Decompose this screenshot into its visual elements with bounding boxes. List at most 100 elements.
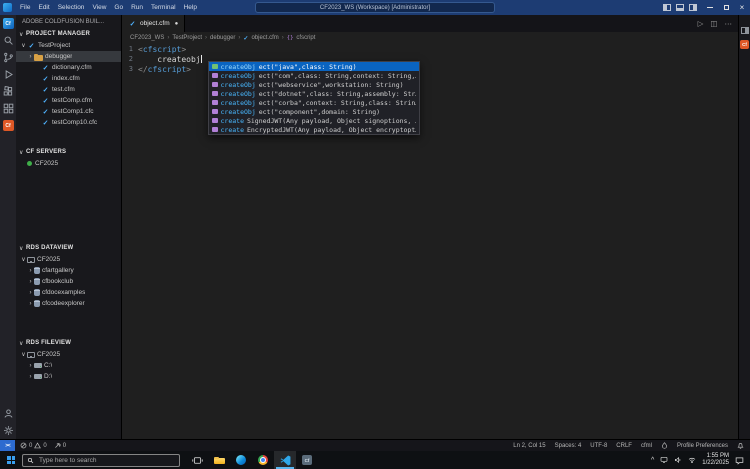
menu-help[interactable]: Help: [180, 4, 201, 11]
status-language[interactable]: cfml: [641, 443, 652, 449]
tree-item-cfartgallery[interactable]: › cfartgallery: [16, 265, 121, 276]
breadcrumb-item-cfscript[interactable]: cfscript: [296, 35, 315, 41]
breadcrumb-item-object-cfm[interactable]: object.cfm: [251, 35, 278, 41]
toggle-panel-icon[interactable]: [676, 4, 684, 11]
tree-item-testcomp10-cfc[interactable]: ✓ testComp10.cfc: [16, 117, 121, 128]
file-explorer-icon[interactable]: [208, 451, 230, 469]
tree-item-cfbookclub[interactable]: › cfbookclub: [16, 276, 121, 287]
coldfusion-builder-icon[interactable]: Cf: [0, 15, 16, 32]
problems-status[interactable]: 0 0: [20, 442, 47, 449]
breadcrumb-item-testproject[interactable]: TestProject: [172, 35, 202, 41]
command-center[interactable]: CF2023_WS (Workspace) [Administrator]: [255, 2, 495, 13]
suggestion-item[interactable]: createObj ect("component",domain: String): [209, 107, 419, 116]
search-icon[interactable]: [0, 32, 16, 49]
tray-expand-icon[interactable]: ^: [651, 457, 654, 464]
suggestion-item[interactable]: createObj ect("corba",context: String,cla…: [209, 98, 419, 107]
chrome-icon[interactable]: [252, 451, 274, 469]
status-encoding[interactable]: UTF-8: [590, 443, 607, 449]
code-editor[interactable]: 1 <cfscript> 2 createobj 3 </cfscript> create…: [122, 44, 738, 439]
chevron-right-icon[interactable]: ›: [27, 279, 34, 285]
menu-go[interactable]: Go: [110, 4, 127, 11]
start-button[interactable]: [0, 451, 22, 469]
breadcrumb-item-debugger[interactable]: debugger: [210, 35, 235, 41]
more-actions-icon[interactable]: ⋯: [725, 19, 733, 28]
server-item-cf2025[interactable]: CF2025: [16, 158, 121, 169]
run-debug-icon[interactable]: [0, 66, 16, 83]
line-number[interactable]: 3: [122, 65, 138, 73]
tab-object-cfm[interactable]: ✓ object.cfm ●: [122, 15, 186, 32]
tree-item-cfcodeexplorer[interactable]: › cfcodeexplorer: [16, 298, 121, 309]
suggestion-item[interactable]: create EncryptedJWT(Any payload, Object e…: [209, 125, 419, 134]
run-icon[interactable]: ▷: [698, 19, 704, 28]
task-view-icon[interactable]: [186, 451, 208, 469]
coldfusion-builder-taskbar-icon[interactable]: Cf: [296, 451, 318, 469]
menu-terminal[interactable]: Terminal: [147, 4, 180, 11]
toggle-sidebar-icon[interactable]: [663, 4, 671, 11]
action-center-icon[interactable]: [735, 456, 744, 465]
chevron-right-icon[interactable]: ›: [27, 54, 34, 60]
tree-item-test-cfm[interactable]: ✓ test.cfm: [16, 84, 121, 95]
suggestion-item[interactable]: createObj ect("java",class: String): [209, 62, 419, 71]
status-cursor-position[interactable]: Ln 2, Col 15: [513, 443, 545, 449]
status-indentation[interactable]: Spaces: 4: [555, 443, 582, 449]
suggestion-item[interactable]: createObj ect("com",class: String,context…: [209, 71, 419, 80]
source-control-icon[interactable]: [0, 49, 16, 66]
chevron-right-icon[interactable]: ›: [27, 290, 34, 296]
menu-file[interactable]: File: [16, 4, 34, 11]
tree-item-cfdocexamples[interactable]: › cfdocexamples: [16, 287, 121, 298]
tree-item-testcomp-cfm[interactable]: ✓ testComp.cfm: [16, 95, 121, 106]
menu-selection[interactable]: Selection: [54, 4, 89, 11]
section-header-project-manager[interactable]: ∨ PROJECT MANAGER: [16, 28, 121, 40]
tree-item-debugger[interactable]: › debugger: [16, 51, 121, 62]
section-header-rds-dataview[interactable]: ∨ RDS DATAVIEW: [16, 242, 121, 254]
minimize-button[interactable]: [702, 0, 718, 15]
taskbar-search-input[interactable]: [37, 455, 175, 465]
dashboard-icon[interactable]: [0, 100, 16, 117]
suggestion-item[interactable]: createObj ect("dotnet",class: String,asse…: [209, 89, 419, 98]
maximize-button[interactable]: [718, 0, 734, 15]
tree-item-dictionary-cfm[interactable]: ✓ dictionary.cfm: [16, 62, 121, 73]
tree-item-c[interactable]: › C:\: [16, 360, 121, 371]
tree-item-index-cfm[interactable]: ✓ index.cfm: [16, 73, 121, 84]
toggle-secondary-sidebar-icon[interactable]: [689, 4, 697, 11]
chevron-down-icon[interactable]: ∨: [20, 256, 27, 263]
menu-run[interactable]: Run: [127, 4, 147, 11]
remote-indicator[interactable]: ><: [0, 440, 15, 451]
modified-dot-icon[interactable]: ●: [175, 21, 179, 27]
split-editor-icon[interactable]: ◫: [710, 19, 717, 28]
cf-flame-icon[interactable]: [661, 442, 668, 449]
extensions-icon[interactable]: [0, 83, 16, 100]
tree-item-d[interactable]: › D:\: [16, 371, 121, 382]
tree-item-testcomp1-cfc[interactable]: ✓ testComp1.cfc: [16, 106, 121, 117]
status-profile[interactable]: Profile Preferences: [677, 443, 728, 449]
settings-gear-icon[interactable]: [0, 422, 16, 439]
chevron-right-icon[interactable]: ›: [27, 363, 34, 369]
chevron-right-icon[interactable]: ›: [27, 268, 34, 274]
bell-icon[interactable]: [737, 442, 744, 449]
chevron-down-icon[interactable]: ∨: [20, 42, 27, 49]
section-header-rds-fileview[interactable]: ∨ RDS FILEVIEW: [16, 337, 121, 349]
tree-item-cf2025[interactable]: ∨ CF2025: [16, 349, 121, 360]
menu-edit[interactable]: Edit: [34, 4, 53, 11]
breadcrumb-item-cf2023-ws[interactable]: CF2023_WS: [130, 35, 164, 41]
line-number[interactable]: 2: [122, 55, 138, 63]
tree-item-testproject[interactable]: ∨ ✓ TestProject: [16, 40, 121, 51]
account-icon[interactable]: [0, 405, 16, 422]
tree-item-cf2025[interactable]: ∨ CF2025: [16, 254, 121, 265]
coldfusion-icon[interactable]: Cf: [0, 117, 16, 134]
suggestion-item[interactable]: create SignedJWT(Any payload, Object sign…: [209, 116, 419, 125]
chevron-right-icon[interactable]: ›: [27, 301, 34, 307]
vscode-icon[interactable]: [274, 451, 296, 469]
panel-layout-icon[interactable]: [740, 27, 749, 34]
edge-icon[interactable]: [230, 451, 252, 469]
status-eol[interactable]: CRLF: [616, 443, 632, 449]
taskbar-clock[interactable]: 1:55 PM 1/22/2025: [702, 453, 729, 467]
chevron-down-icon[interactable]: ∨: [20, 351, 27, 358]
taskbar-search[interactable]: [22, 453, 180, 467]
tasks-status[interactable]: 0: [54, 442, 66, 449]
chevron-right-icon[interactable]: ›: [27, 374, 34, 380]
close-button[interactable]: ×: [734, 0, 750, 15]
volume-icon[interactable]: [674, 456, 682, 464]
network-icon[interactable]: [688, 456, 696, 464]
suggestion-item[interactable]: createObj ect("webservice",workstation: S…: [209, 80, 419, 89]
